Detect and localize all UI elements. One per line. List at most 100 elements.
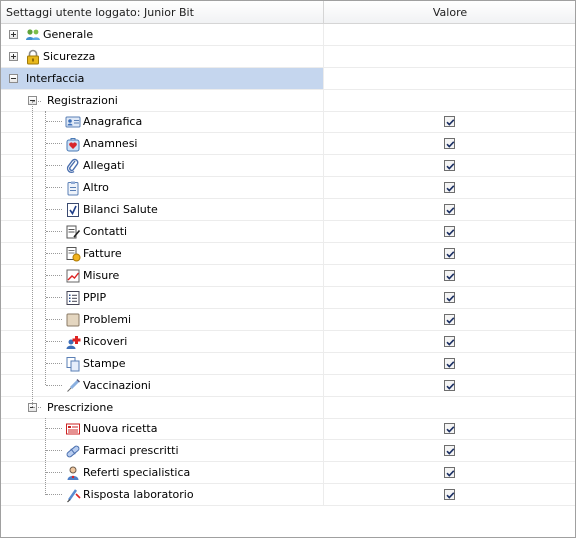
value-checkbox[interactable] (444, 445, 455, 456)
value-checkbox[interactable] (444, 270, 455, 281)
pill-icon (65, 443, 81, 459)
bullet-list-icon (65, 290, 81, 306)
tree-leaf-row[interactable]: Stampe (1, 353, 575, 375)
tree-leaf-label: Ricoveri (83, 335, 128, 348)
value-checkbox[interactable] (444, 489, 455, 500)
tree-leaf-label: Stampe (83, 357, 126, 370)
tree-leaf-row[interactable]: Referti specialistica (1, 462, 575, 484)
value-checkbox[interactable] (444, 423, 455, 434)
value-checkbox[interactable] (444, 182, 455, 193)
value-checkbox[interactable] (444, 204, 455, 215)
tree-leaf-row[interactable]: PPIP (1, 287, 575, 309)
value-checkbox[interactable] (444, 138, 455, 149)
tree-connector (32, 101, 33, 407)
tree-leaf-row[interactable]: Anamnesi (1, 133, 575, 155)
column-header-value[interactable]: Valore (325, 1, 575, 23)
collapse-button[interactable] (9, 74, 18, 83)
tree-leaf-label: Anagrafica (83, 115, 143, 128)
tree-node-prescrizione[interactable]: Prescrizione (1, 397, 575, 419)
column-header-setting[interactable]: Settaggi utente loggato: Junior Bit (1, 1, 324, 23)
users-icon (25, 27, 41, 43)
tree-leaf-label: PPIP (83, 291, 107, 304)
lab-test-icon (65, 487, 81, 503)
tree-leaf-label: Fatture (83, 247, 122, 260)
value-checkbox[interactable] (444, 226, 455, 237)
value-checkbox[interactable] (444, 358, 455, 369)
tree-leaf-row[interactable]: Contatti (1, 221, 575, 243)
tree-leaf-label: Nuova ricetta (83, 422, 158, 435)
tree-node-registrazioni[interactable]: Registrazioni (1, 90, 575, 112)
tree-leaf-label: Referti specialistica (83, 466, 191, 479)
tree-leaf-label: Bilanci Salute (83, 203, 158, 216)
tree-leaf-row[interactable]: Misure (1, 265, 575, 287)
tree-connector (45, 111, 46, 385)
blank-square-icon (65, 312, 81, 328)
contact-card-icon (65, 114, 81, 130)
tree-leaf-label: Misure (83, 269, 120, 282)
tree-connector (33, 101, 41, 102)
tree-connector (45, 418, 46, 495)
tree-connector (46, 385, 62, 386)
value-checkbox[interactable] (444, 116, 455, 127)
copy-pages-icon (65, 356, 81, 372)
tree-connector (46, 121, 62, 122)
tree-leaf-label: Anamnesi (83, 137, 138, 150)
tree-node-sicurezza[interactable]: Sicurezza (1, 46, 575, 68)
tree-node-interfaccia[interactable]: Interfaccia (1, 68, 575, 90)
syringe-icon (65, 378, 81, 394)
tree-leaf-row[interactable]: Bilanci Salute (1, 199, 575, 221)
tree-node-label: Prescrizione (47, 401, 114, 414)
tree-leaf-label: Vaccinazioni (83, 379, 151, 392)
tree-leaf-row[interactable]: Ricoveri (1, 331, 575, 353)
tree-connector (46, 143, 62, 144)
value-checkbox[interactable] (444, 380, 455, 391)
tree-connector (46, 341, 62, 342)
tree-leaf-row[interactable]: Altro (1, 177, 575, 199)
value-checkbox[interactable] (444, 467, 455, 478)
tree-leaf-row[interactable]: Allegati (1, 155, 575, 177)
tree-leaf-label: Altro (83, 181, 109, 194)
value-checkbox[interactable] (444, 292, 455, 303)
paperclip-icon (65, 158, 81, 174)
tree-connector (46, 494, 62, 495)
tree-node-generale[interactable]: Generale (1, 24, 575, 46)
tree-connector (46, 209, 62, 210)
tree-connector (46, 319, 62, 320)
expand-button[interactable] (9, 52, 18, 61)
tree-leaf-row[interactable]: Vaccinazioni (1, 375, 575, 397)
tree-leaf-label: Risposta laboratorio (83, 488, 194, 501)
value-checkbox[interactable] (444, 314, 455, 325)
lock-icon (25, 49, 41, 65)
tree-leaf-row[interactable]: Anagrafica (1, 111, 575, 133)
tree-leaf-row[interactable]: Farmaci prescritti (1, 440, 575, 462)
clipboard-list-icon (65, 180, 81, 196)
doctor-icon (65, 465, 81, 481)
expand-button[interactable] (9, 30, 18, 39)
tree-leaf-label: Allegati (83, 159, 125, 172)
tree-leaf-row[interactable]: Problemi (1, 309, 575, 331)
tree-node-label: Registrazioni (47, 94, 118, 107)
tree-connector (46, 187, 62, 188)
tree-connector (46, 363, 62, 364)
tree-node-label: Sicurezza (43, 50, 96, 63)
grid-header: Settaggi utente loggato: Junior Bit Valo… (1, 1, 575, 24)
tree-connector (46, 275, 62, 276)
invoice-coin-icon (65, 246, 81, 262)
tree-leaf-row[interactable]: Risposta laboratorio (1, 484, 575, 506)
value-checkbox[interactable] (444, 160, 455, 171)
tree-leaf-row[interactable]: Nuova ricetta (1, 418, 575, 440)
tree-leaf-label: Farmaci prescritti (83, 444, 179, 457)
prescription-icon (65, 421, 81, 437)
note-pen-icon (65, 224, 81, 240)
tree-node-label: Generale (43, 28, 94, 41)
heart-bag-icon (65, 136, 81, 152)
tree-leaf-row[interactable]: Fatture (1, 243, 575, 265)
settings-tree-grid: Settaggi utente loggato: Junior Bit Valo… (0, 0, 576, 538)
value-checkbox[interactable] (444, 336, 455, 347)
check-document-icon (65, 202, 81, 218)
chart-measure-icon (65, 268, 81, 284)
tree-connector (46, 297, 62, 298)
value-checkbox[interactable] (444, 248, 455, 259)
patient-cross-icon (65, 334, 81, 350)
tree-node-label: Interfaccia (26, 72, 85, 85)
